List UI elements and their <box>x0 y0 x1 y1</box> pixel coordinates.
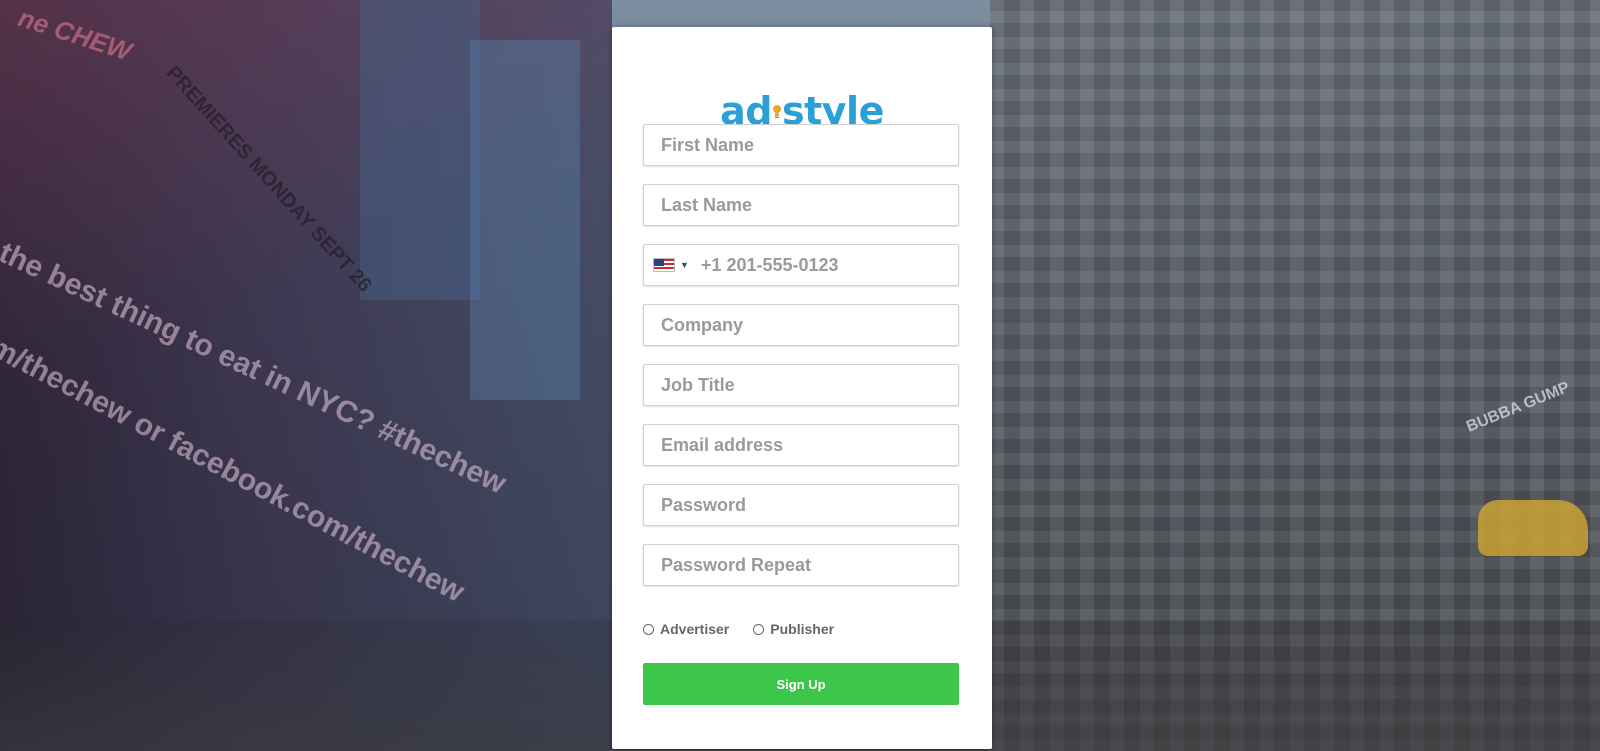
last-name-field[interactable] <box>643 184 959 226</box>
password-repeat-input[interactable] <box>644 545 958 585</box>
password-field[interactable] <box>643 484 959 526</box>
phone-input[interactable] <box>692 245 958 285</box>
company-field[interactable] <box>643 304 959 346</box>
publisher-radio[interactable] <box>753 623 765 635</box>
advertiser-label: Advertiser <box>660 621 730 637</box>
lightbulb-icon <box>772 85 782 118</box>
job-title-field[interactable] <box>643 364 959 406</box>
country-selector[interactable]: ▼ <box>644 245 693 285</box>
last-name-input[interactable] <box>644 185 958 225</box>
email-field[interactable] <box>643 424 959 466</box>
first-name-input[interactable] <box>644 125 958 165</box>
advertiser-radio[interactable] <box>643 623 654 635</box>
signup-card: adstyle ▼ Advertiser Publish <box>612 27 992 749</box>
us-flag-icon <box>653 258 675 272</box>
sign-up-button[interactable]: Sign Up <box>643 663 959 705</box>
job-title-input[interactable] <box>644 365 958 405</box>
caret-down-icon: ▼ <box>680 260 689 270</box>
role-option-publisher[interactable]: Publisher <box>753 621 834 637</box>
first-name-field[interactable] <box>643 124 959 166</box>
role-option-advertiser[interactable]: Advertiser <box>643 621 729 637</box>
company-input[interactable] <box>644 305 958 345</box>
background-taxi <box>1478 500 1588 556</box>
role-selector: Advertiser Publisher <box>643 621 858 637</box>
phone-field[interactable]: ▼ <box>643 244 959 286</box>
password-input[interactable] <box>644 485 958 525</box>
email-input[interactable] <box>644 425 958 465</box>
password-repeat-field[interactable] <box>643 544 959 586</box>
publisher-label: Publisher <box>770 621 835 637</box>
